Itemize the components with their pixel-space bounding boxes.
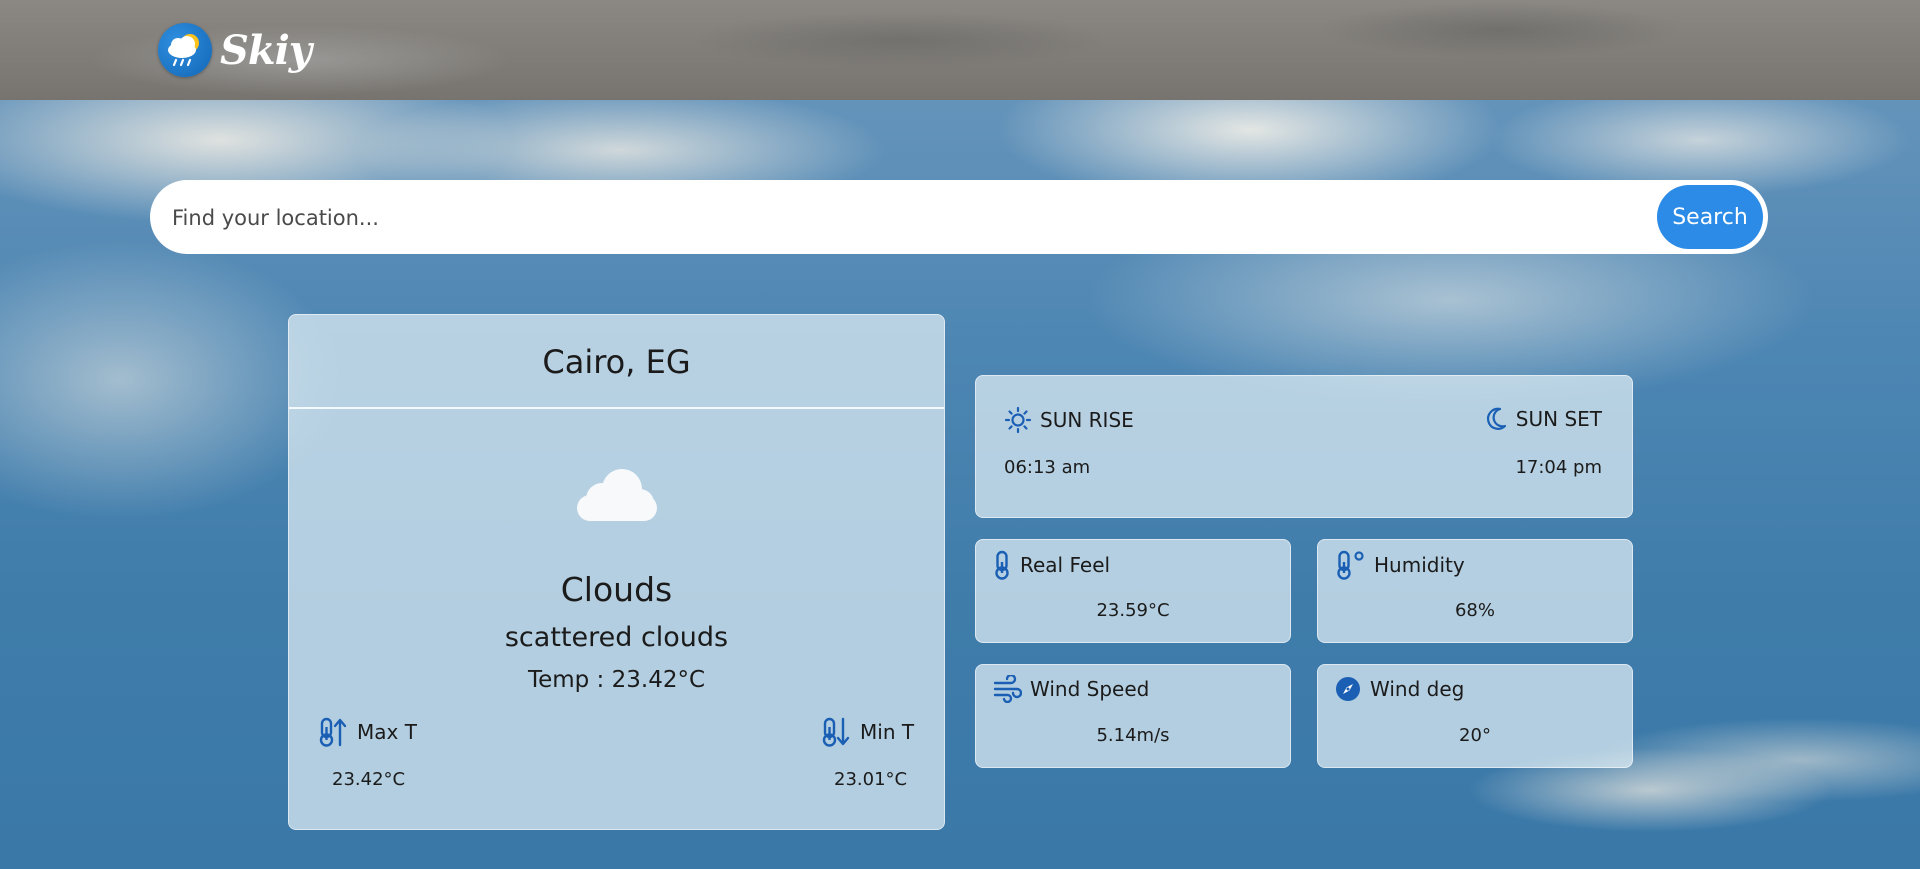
sunrise-value: 06:13 am	[1004, 457, 1091, 478]
humidity-card: Humidity 68%	[1317, 539, 1633, 643]
location-title: Cairo, EG	[542, 343, 691, 381]
top-navbar: Skiy	[0, 0, 1920, 100]
compass-icon	[1334, 675, 1362, 703]
sunset-label-group: SUN SET	[1484, 406, 1602, 432]
sunset-value: 17:04 pm	[1515, 457, 1602, 478]
wind-speed-value: 5.14m/s	[1096, 725, 1170, 746]
wind-icon	[992, 675, 1022, 703]
real-feel-card: Real Feel 23.59°C	[975, 539, 1291, 643]
sunrise-label: SUN RISE	[1040, 408, 1134, 432]
sun-icon	[1004, 406, 1032, 434]
divider	[289, 407, 944, 409]
condition-description: scattered clouds	[504, 622, 729, 653]
wind-speed-label-group: Wind Speed	[992, 675, 1149, 703]
current-temp: Temp : 23.42°C	[527, 667, 706, 693]
min-temp-label: Min T	[860, 720, 915, 744]
search-input[interactable]	[170, 197, 1594, 239]
humidity-label-group: Humidity	[1334, 550, 1465, 580]
max-temp-value: 23.42°C	[332, 769, 406, 790]
thermometer-down-icon	[820, 717, 852, 747]
search-bar: Search	[150, 180, 1768, 254]
humidity-value: 68%	[1454, 600, 1495, 621]
sunset-label: SUN SET	[1515, 407, 1602, 431]
logo-text: Skiy	[220, 26, 312, 74]
real-feel-label: Real Feel	[1020, 553, 1111, 577]
thermometer-up-icon	[317, 717, 349, 747]
rain-cloud-sun-icon	[158, 23, 212, 77]
thermometer-degree-icon	[1334, 550, 1366, 580]
wind-speed-card: Wind Speed 5.14m/s	[975, 664, 1291, 768]
app-logo[interactable]: Skiy	[158, 20, 312, 80]
max-temp-label-group: Max T	[317, 717, 417, 747]
sunrise-label-group: SUN RISE	[1004, 406, 1134, 434]
condition-main: Clouds	[560, 570, 673, 609]
wind-deg-card: Wind deg 20°	[1317, 664, 1633, 768]
max-temp-label: Max T	[357, 720, 417, 744]
thermometer-icon	[992, 550, 1012, 580]
humidity-label: Humidity	[1374, 553, 1465, 577]
search-button[interactable]: Search	[1657, 185, 1763, 249]
real-feel-value: 23.59°C	[1096, 600, 1170, 621]
moon-icon	[1484, 406, 1508, 432]
wind-deg-label-group: Wind deg	[1334, 675, 1464, 703]
cloud-icon	[572, 465, 662, 529]
min-temp-value: 23.01°C	[834, 769, 908, 790]
current-weather-card: Cairo, EG Clouds scattered clouds Temp :…	[288, 314, 945, 830]
wind-speed-label: Wind Speed	[1030, 677, 1150, 701]
min-temp-label-group: Min T	[820, 717, 914, 747]
wind-deg-value: 20°	[1459, 725, 1491, 746]
real-feel-label-group: Real Feel	[992, 550, 1110, 580]
wind-deg-label: Wind deg	[1370, 677, 1465, 701]
sun-times-card: SUN RISE 06:13 am SUN SET 17:04 pm	[975, 375, 1633, 518]
